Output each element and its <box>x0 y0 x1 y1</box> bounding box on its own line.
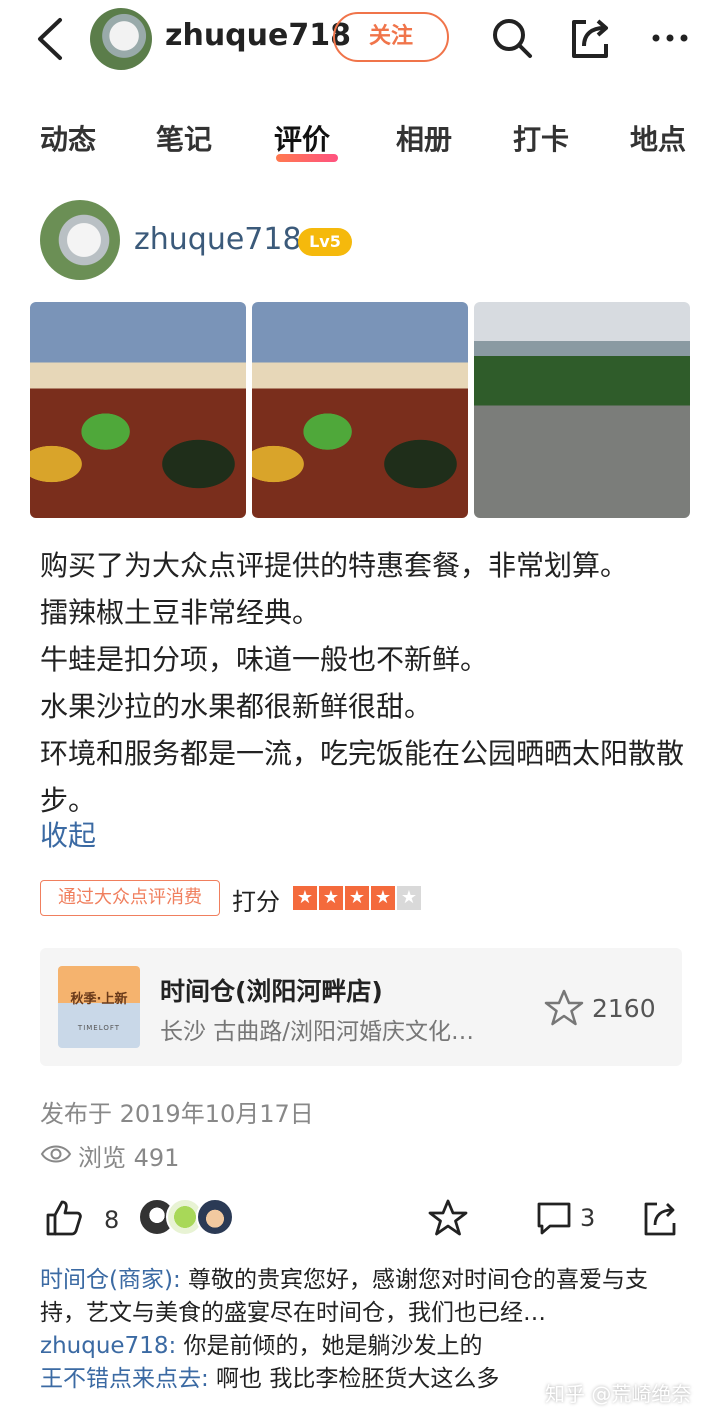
tab-reviews[interactable]: 评价 <box>274 118 330 158</box>
comment-author[interactable]: 时间仓(商家): <box>40 1267 181 1293</box>
review-line: 购买了为大众点评提供的特惠套餐，非常划算。 <box>40 549 629 582</box>
comment-list: 时间仓(商家): 尊敬的贵宾您好，感谢您对时间仓的喜爱与支持，艺文与美食的盛宴尽… <box>40 1264 690 1396</box>
level-badge: Lv5 <box>298 228 352 256</box>
user-avatar[interactable] <box>90 8 152 70</box>
review-line: 环境和服务都是一流，吃完饭能在公园晒晒太阳散散步。 <box>40 737 685 817</box>
follow-button[interactable]: 关注 <box>333 12 449 62</box>
comment-text: 啊也 我比李检胚货大这么多 <box>208 1366 500 1392</box>
comment-author[interactable]: 王不错点来点去: <box>40 1366 209 1392</box>
shop-thumb-brand: TIMELOFT <box>77 1024 121 1032</box>
tab-places[interactable]: 地点 <box>630 118 686 158</box>
score-label: 打分 <box>232 888 280 916</box>
comment-item[interactable]: zhuque718: 你是前倾的，她是躺沙发上的 <box>40 1330 690 1363</box>
review-text: 购买了为大众点评提供的特惠套餐，非常划算。 擂辣椒土豆非常经典。 牛蛙是扣分项，… <box>40 542 690 824</box>
consumption-badge: 通过大众点评消费 <box>40 880 220 916</box>
liker-avatar[interactable] <box>196 1198 234 1236</box>
header-username: zhuque718 <box>165 18 351 53</box>
comment-icon[interactable] <box>536 1200 572 1236</box>
review-photo-3[interactable] <box>474 302 690 518</box>
rating-star-icon: ★ <box>319 886 343 910</box>
like-count: 8 <box>104 1206 120 1234</box>
share-icon[interactable] <box>566 14 614 62</box>
comment-author[interactable]: zhuque718: <box>40 1333 176 1359</box>
author-avatar[interactable] <box>40 200 120 280</box>
review-line: 牛蛙是扣分项，味道一般也不新鲜。 <box>40 643 489 676</box>
review-photo-2[interactable] <box>252 302 468 518</box>
view-count: 浏览 491 <box>78 1144 180 1172</box>
publish-date: 发布于 2019年10月17日 <box>40 1100 314 1128</box>
shop-location: 长沙 古曲路/浏阳河婚庆文化… <box>160 1019 475 1045</box>
profile-tabs: 动态 笔记 评价 相册 打卡 地点 <box>0 118 720 168</box>
tab-activity[interactable]: 动态 <box>40 118 96 158</box>
collapse-link[interactable]: 收起 <box>40 814 96 854</box>
rating-stars: ★ ★ ★ ★ ★ <box>293 886 421 910</box>
shop-thumb-text: 秋季·上新 <box>70 992 128 1007</box>
shop-card[interactable]: 秋季·上新 TIMELOFT 时间仓(浏阳河畔店) 长沙 古曲路/浏阳河婚庆文化… <box>40 948 682 1066</box>
tab-notes[interactable]: 笔记 <box>156 118 212 158</box>
search-icon[interactable] <box>488 14 536 62</box>
rating-star-icon: ★ <box>397 886 421 910</box>
rating-star-icon: ★ <box>293 886 317 910</box>
review-line: 擂辣椒土豆非常经典。 <box>40 596 321 629</box>
rating-star-icon: ★ <box>371 886 395 910</box>
review-photo-1[interactable] <box>30 302 246 518</box>
shop-name: 时间仓(浏阳河畔店) <box>160 977 383 1006</box>
author-name[interactable]: zhuque718 <box>134 222 302 257</box>
comment-item[interactable]: 时间仓(商家): 尊敬的贵宾您好，感谢您对时间仓的喜爱与支持，艺文与美食的盛宴尽… <box>40 1264 690 1330</box>
tab-checkins[interactable]: 打卡 <box>513 118 569 158</box>
star-icon[interactable] <box>428 1198 468 1238</box>
like-icon[interactable] <box>44 1198 84 1238</box>
shop-thumbnail: 秋季·上新 TIMELOFT <box>58 966 140 1048</box>
top-bar: zhuque718 关注 <box>0 0 720 90</box>
tab-albums[interactable]: 相册 <box>396 118 452 158</box>
review-line: 水果沙拉的水果都很新鲜很甜。 <box>40 690 433 723</box>
share-icon[interactable] <box>640 1198 680 1238</box>
eye-icon <box>40 1145 72 1163</box>
comment-text: 你是前倾的，她是躺沙发上的 <box>176 1333 483 1359</box>
more-icon[interactable] <box>646 14 694 62</box>
favorite-star-icon[interactable] <box>544 988 584 1028</box>
watermark: 知乎 @荒崎绝奈 <box>545 1382 692 1406</box>
back-arrow-icon[interactable] <box>30 14 74 64</box>
shop-favorite-count: 2160 <box>592 994 656 1023</box>
comment-count: 3 <box>580 1204 596 1232</box>
rating-star-icon: ★ <box>345 886 369 910</box>
